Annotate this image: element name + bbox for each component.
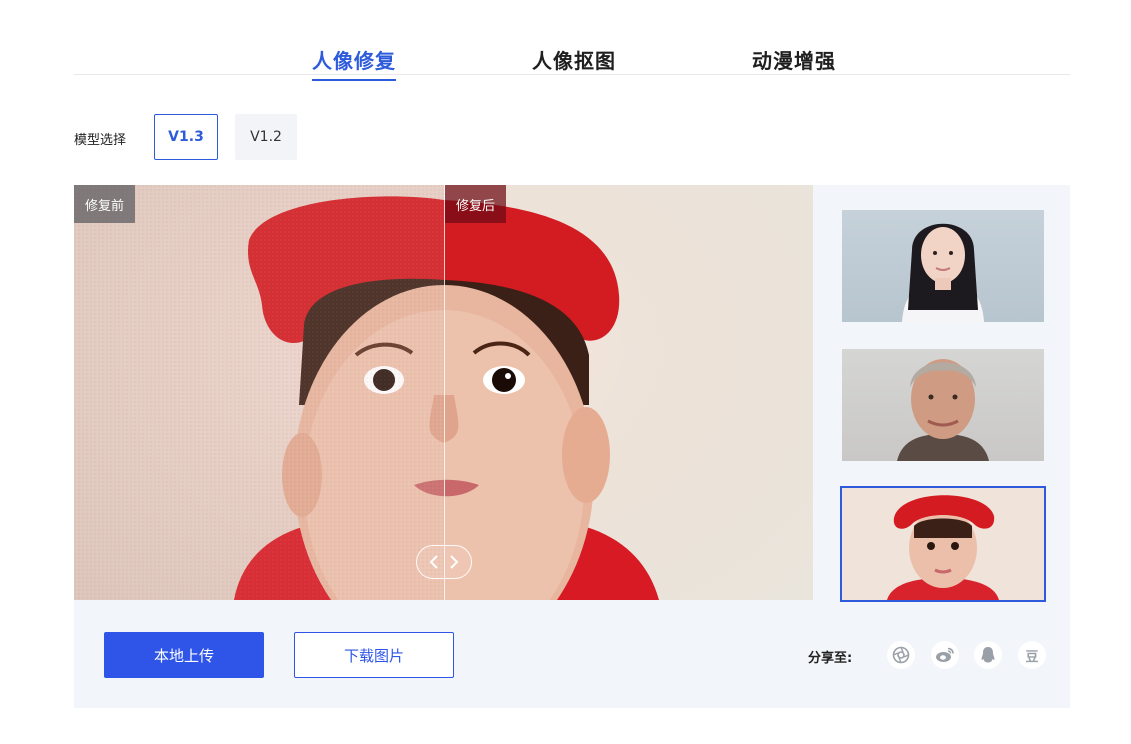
tab-anime-enhance[interactable]: 动漫增强 xyxy=(752,45,836,74)
sample-thumb-woman[interactable] xyxy=(842,210,1044,322)
chevron-right-icon xyxy=(450,555,459,569)
download-image-button[interactable]: 下载图片 xyxy=(294,632,454,678)
camera-aperture-icon[interactable] xyxy=(887,641,915,669)
model-label: 模型选择 xyxy=(74,133,127,148)
before-after-compare[interactable]: 修复前 修复后 xyxy=(74,185,813,600)
chevron-left-icon xyxy=(429,555,438,569)
compare-divider[interactable] xyxy=(444,185,445,600)
workspace-panel: 修复前 修复后 本地上传 下载图片 分享至: 豆 xyxy=(74,185,1070,708)
tab-portrait-matting[interactable]: 人像抠图 xyxy=(532,45,616,74)
douban-icon[interactable]: 豆 xyxy=(1018,641,1046,669)
compare-slider-handle[interactable] xyxy=(416,545,472,579)
top-tabs: 人像修复 人像抠图 动漫增强 xyxy=(74,40,1070,81)
model-v12-button[interactable]: V1.2 xyxy=(235,114,297,160)
before-label: 修复前 xyxy=(74,185,136,223)
share-label: 分享至: xyxy=(808,651,853,666)
sample-thumb-man[interactable] xyxy=(842,349,1044,461)
weibo-icon[interactable] xyxy=(931,641,959,669)
douban-glyph: 豆 xyxy=(1025,649,1039,665)
sample-thumb-baby[interactable] xyxy=(840,486,1046,602)
after-label: 修复后 xyxy=(445,185,507,223)
qq-icon[interactable] xyxy=(974,641,1002,669)
local-upload-button[interactable]: 本地上传 xyxy=(104,632,264,678)
model-v13-button[interactable]: V1.3 xyxy=(154,114,218,160)
tab-portrait-restore[interactable]: 人像修复 xyxy=(312,45,396,81)
